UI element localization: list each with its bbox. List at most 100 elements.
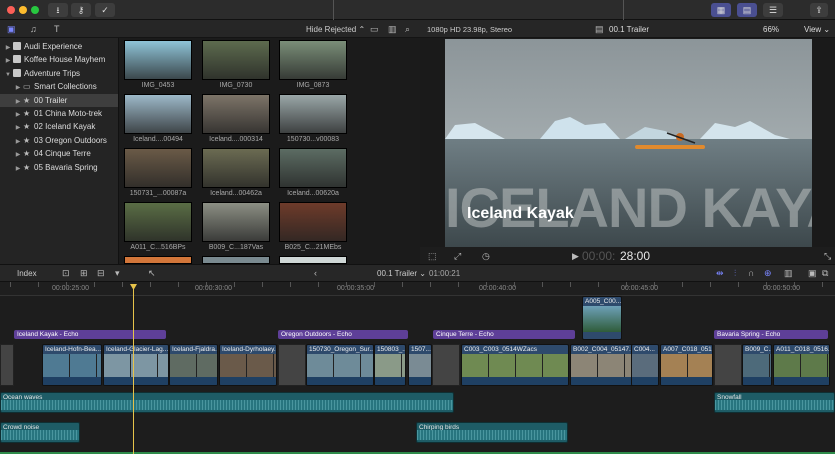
background-tasks-button[interactable]: ✓	[95, 3, 115, 17]
clip-appearance-icon[interactable]: ▭	[370, 24, 379, 34]
title-clip[interactable]: Bavaria Spring - Echo	[714, 330, 828, 339]
title-clip[interactable]: Cinque Terre - Echo	[433, 330, 575, 339]
clip-thumbnail[interactable]	[202, 40, 270, 80]
timeline-clip[interactable]: Iceland-Fjaldra...	[169, 344, 218, 386]
play-icon[interactable]: ▶	[572, 251, 579, 261]
project-name[interactable]: 00.1 Trailer ⌄	[377, 269, 426, 278]
show-browser-button[interactable]: ▦	[711, 3, 731, 17]
edit-mode-icon[interactable]: ▾	[115, 268, 120, 278]
audio-skimming-icon[interactable]: ⫶	[734, 268, 736, 278]
clip-label[interactable]: Iceland....00494	[122, 136, 194, 143]
clip-appearance-icon[interactable]: ▥	[784, 268, 793, 278]
back-arrow-icon[interactable]: ‹	[314, 268, 317, 278]
timeline-clip[interactable]: 150730_Oregon_Sur...	[306, 344, 374, 386]
index-button[interactable]: Index	[17, 269, 37, 278]
titles-generators-icon[interactable]: T	[54, 24, 60, 34]
transform-icon[interactable]: ⤢	[454, 251, 461, 261]
sidebar-item[interactable]: ▶ ★ 01 China Moto-trek	[0, 107, 118, 120]
gap-clip[interactable]	[278, 344, 306, 386]
timeline-clip[interactable]: A011_C018_0516...	[773, 344, 830, 386]
show-timeline-button[interactable]: ▤	[737, 3, 757, 17]
sidebar-item[interactable]: ▼ Adventure Trips	[0, 67, 118, 80]
minimize-window-button[interactable]	[19, 6, 27, 14]
append-clip-icon[interactable]: ⊡	[62, 268, 70, 278]
clip-thumbnail[interactable]	[202, 256, 270, 264]
clip-label[interactable]: Iceland...00620a	[277, 190, 349, 197]
solo-icon[interactable]: ∩	[748, 268, 754, 278]
sidebar-item[interactable]: ▶ ★ 02 Iceland Kayak	[0, 120, 118, 133]
timeline-ruler[interactable]: 00:00:25:00 00:00:30:00 00:00:35:00 00:00:4…	[0, 282, 835, 296]
keywords-button[interactable]: ⚷	[71, 3, 91, 17]
timeline-clip[interactable]: 1507...	[408, 344, 432, 386]
sidebar-item[interactable]: ▶ ★ 04 Cinque Terre	[0, 147, 118, 160]
photos-audio-icon[interactable]: ♫	[30, 24, 37, 34]
clip-label[interactable]: IMG_0873	[277, 82, 349, 89]
clip-label[interactable]: 150730...v00083	[277, 136, 349, 143]
libraries-icon[interactable]: ▣	[7, 24, 16, 34]
clip-thumbnail[interactable]	[124, 256, 192, 264]
zoom-popup[interactable]: 66%	[763, 25, 779, 34]
effects-browser-icon[interactable]: ▣	[808, 268, 817, 278]
clip-label[interactable]: IMG_0453	[122, 82, 194, 89]
clip-thumbnail[interactable]	[202, 94, 270, 134]
crop-icon[interactable]: ⬚	[428, 251, 437, 261]
timeline-clip[interactable]: Iceland-Dyrholaey...	[219, 344, 277, 386]
clip-thumbnail[interactable]	[279, 148, 347, 188]
clip-thumbnail[interactable]	[124, 148, 192, 188]
gap-clip[interactable]	[714, 344, 742, 386]
sidebar-item[interactable]: ▶ Koffee House Mayhem	[0, 53, 118, 66]
show-inspector-button[interactable]: ☰	[763, 3, 783, 17]
fullscreen-icon[interactable]: ⤡	[824, 251, 831, 261]
skimming-icon[interactable]: ⇹	[716, 268, 724, 278]
sidebar-item[interactable]: ▶ ★ 05 Bavaria Spring	[0, 161, 118, 174]
connected-clip[interactable]: A005_C00...	[582, 296, 622, 340]
timeline-clip[interactable]: B009_C...	[742, 344, 772, 386]
clip-thumbnail[interactable]	[279, 40, 347, 80]
clip-label[interactable]: A011_C...516BPs	[122, 244, 194, 251]
clip-thumbnail[interactable]	[202, 148, 270, 188]
timeline-tracks[interactable]: A005_C00... Iceland Kayak - Echo Oregon Ou…	[0, 296, 835, 454]
filmstrip-icon[interactable]: ▥	[388, 24, 397, 34]
overwrite-clip-icon[interactable]: ⊟	[97, 268, 105, 278]
timeline-clip[interactable]: A007_C018_051...	[660, 344, 713, 386]
clip-thumbnail[interactable]	[279, 202, 347, 242]
timeline-clip[interactable]: 150803_...	[374, 344, 406, 386]
timeline-clip[interactable]: Iceland-Hofn-Bea...	[42, 344, 102, 386]
clip-thumbnail[interactable]	[124, 202, 192, 242]
select-tool-icon[interactable]: ↖	[148, 268, 156, 278]
clip-label[interactable]: IMG_0730	[200, 82, 272, 89]
search-icon[interactable]: ⌕	[405, 24, 410, 34]
transitions-browser-icon[interactable]: ⧉	[822, 268, 828, 278]
sidebar-item[interactable]: ▶ ★ 00 Trailer	[0, 93, 118, 107]
timeline-clip[interactable]: C004...	[631, 344, 659, 386]
clip-label[interactable]: 150731_...00087a	[122, 190, 194, 197]
import-button[interactable]: ⭳	[48, 3, 68, 17]
clip-thumbnail[interactable]	[202, 202, 270, 242]
disclosure-triangle-icon[interactable]: ▶	[14, 163, 22, 176]
clip-label[interactable]: B009_C...187Vas	[200, 244, 272, 251]
view-popup[interactable]: View ⌄	[804, 25, 830, 34]
clip-thumbnail[interactable]	[124, 40, 192, 80]
retime-icon[interactable]: ◷	[482, 251, 490, 261]
snapping-icon[interactable]: ⊕	[764, 268, 772, 278]
filter-popup[interactable]: Hide Rejected ⌃	[306, 25, 365, 34]
zoom-window-button[interactable]	[31, 6, 39, 14]
clip-label[interactable]: Iceland....000314	[200, 136, 272, 143]
audio-clip[interactable]: Snowfall	[714, 392, 835, 413]
audio-clip[interactable]: Ocean waves	[0, 392, 454, 413]
title-clip[interactable]: Iceland Kayak - Echo	[14, 330, 166, 339]
insert-clip-icon[interactable]: ⊞	[80, 268, 88, 278]
sidebar-item[interactable]: ▶ ▭ Smart Collections	[0, 80, 118, 93]
clip-label[interactable]: B025_C...21MEbs	[277, 244, 349, 251]
timeline-clip[interactable]: Iceland-Glacier-Lag...	[103, 344, 169, 386]
clip-thumbnail[interactable]	[124, 94, 192, 134]
gap-clip[interactable]	[432, 344, 460, 386]
close-window-button[interactable]	[7, 6, 15, 14]
playhead[interactable]	[133, 284, 134, 454]
timeline-clip[interactable]: C003_C003_0514WZacs	[461, 344, 569, 386]
gap-clip[interactable]	[0, 344, 14, 386]
sidebar-item[interactable]: ▶ Audi Experience	[0, 40, 118, 53]
audio-clip[interactable]: Crowd noise	[0, 422, 80, 443]
clip-thumbnail[interactable]	[279, 256, 347, 264]
clip-thumbnail[interactable]	[279, 94, 347, 134]
